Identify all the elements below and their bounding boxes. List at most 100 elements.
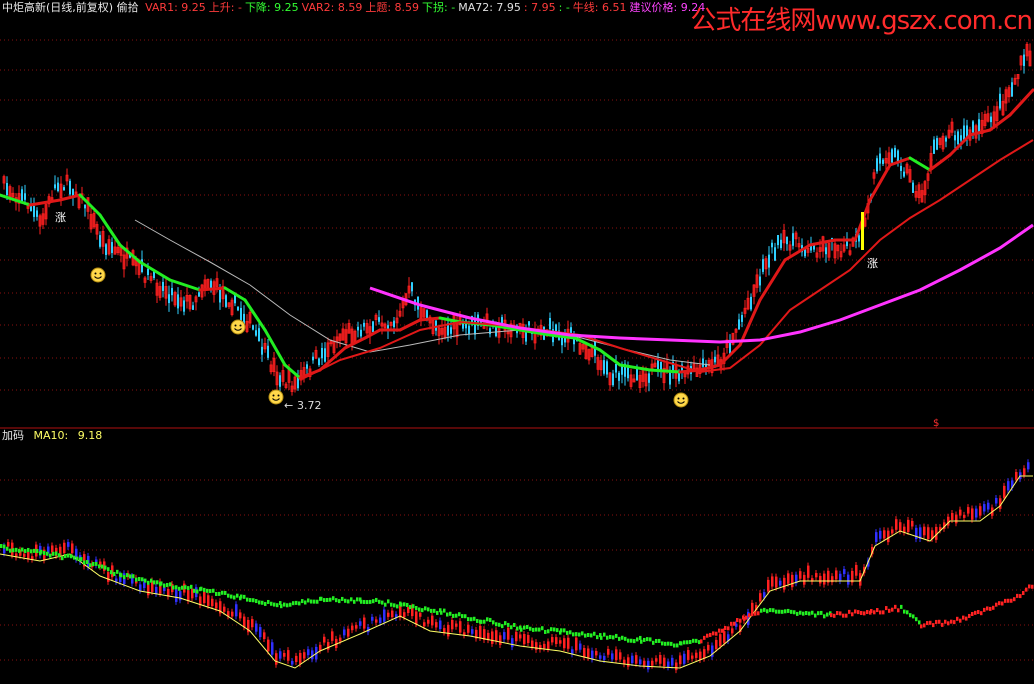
sub-line-segment <box>375 597 378 602</box>
candle <box>768 254 770 268</box>
sub-line-segment <box>986 606 989 611</box>
sub-candle <box>619 652 622 660</box>
sub-candle <box>479 625 482 639</box>
sub-candle <box>383 609 386 622</box>
sub-candle <box>563 638 566 649</box>
sub-line-segment <box>353 599 356 604</box>
sub-line-segment <box>209 589 212 594</box>
candle <box>750 296 752 310</box>
sub-line-segment <box>959 618 962 623</box>
candle <box>978 119 980 133</box>
candle <box>219 288 221 303</box>
sub-line-segment <box>393 603 396 608</box>
sub-candle <box>667 661 670 668</box>
sub-candle <box>23 553 26 557</box>
candle <box>321 347 323 359</box>
sub-line-segment <box>915 617 918 622</box>
sub-line-segment <box>341 596 344 601</box>
sub-line-segment <box>817 611 820 616</box>
sub-line-segment <box>802 611 805 616</box>
sub-candle <box>175 589 178 602</box>
candle <box>183 300 185 312</box>
candle <box>900 165 902 171</box>
right-marker: $ <box>933 418 939 429</box>
sub-line-segment <box>612 635 615 640</box>
candle <box>363 322 365 327</box>
sub-candle <box>507 627 510 640</box>
candle <box>24 193 26 200</box>
candle <box>972 121 974 133</box>
sub-candle <box>459 621 462 633</box>
sub-candle <box>371 616 374 621</box>
smiley-face <box>230 319 246 335</box>
sub-line-segment <box>736 618 739 623</box>
candle <box>372 321 374 332</box>
sub-line-segment <box>680 641 683 646</box>
sub-candle <box>1007 481 1010 491</box>
candle <box>876 158 878 172</box>
sub-line-segment <box>52 551 55 556</box>
sub-line-segment <box>692 638 695 643</box>
sub-candle <box>979 506 982 516</box>
sub-line-segment <box>700 639 703 644</box>
sub-line-segment <box>261 600 264 605</box>
sub-line-segment <box>107 567 110 572</box>
sub-line-segment <box>430 608 433 613</box>
sub-line-segment <box>606 635 609 640</box>
legend-fields: VAR1: 9.25 上升: - 下降: 9.25 VAR2: 8.59 上题: 8.5… <box>145 1 708 14</box>
sub-candle <box>215 602 218 609</box>
sub-line-segment <box>24 549 27 554</box>
sub-line-segment <box>894 604 897 609</box>
sub-candle <box>239 612 242 619</box>
sub-line-segment <box>912 614 915 619</box>
sub-line-segment <box>295 600 298 605</box>
sub-line-segment <box>492 620 495 625</box>
sub-candle <box>715 639 718 650</box>
sub-candle <box>515 631 518 642</box>
sub-line-segment <box>1028 584 1031 589</box>
sub-line-segment <box>440 610 443 615</box>
sub-candle <box>843 569 846 575</box>
sub-line-segment <box>135 577 138 582</box>
sub-line-segment <box>206 588 209 593</box>
ma-fast-segment <box>198 286 227 292</box>
smiley-face <box>268 389 284 405</box>
sub-line-segment <box>593 631 596 636</box>
ma10-label: MA10: 9.18 <box>33 429 103 442</box>
sub-line-segment <box>811 610 814 615</box>
sub-candle <box>835 570 838 580</box>
price-chart[interactable]: 涨 涨 ← 3.72 $ <box>0 0 1034 684</box>
sub-candle <box>443 628 446 633</box>
sub-line-segment <box>350 597 353 602</box>
sub-line-segment <box>196 589 199 594</box>
sub-line-segment <box>224 590 227 595</box>
sub-line-segment <box>86 560 89 565</box>
candle <box>786 236 788 245</box>
sub-candle <box>447 624 450 637</box>
candle <box>912 182 914 193</box>
sub-line-segment <box>203 587 206 592</box>
sub-line-segment <box>888 608 891 613</box>
sub-line-segment <box>918 620 921 625</box>
sub-candle <box>71 543 74 554</box>
sub-line-segment <box>230 594 233 599</box>
sub-line-segment <box>944 619 947 624</box>
sub-line-segment <box>575 632 578 637</box>
sub-line-segment <box>449 611 452 616</box>
ma72-line <box>134 219 711 366</box>
sub-candle <box>767 579 770 592</box>
sub-line-segment <box>938 619 941 624</box>
sub-line-segment <box>156 580 159 585</box>
sub-line-segment <box>733 621 736 626</box>
sub-candle <box>791 574 794 588</box>
sub-line-segment <box>754 611 757 616</box>
sub-line-segment <box>538 627 541 632</box>
sub-line-segment <box>950 619 953 624</box>
smiley-eye <box>277 394 280 397</box>
sub-candle <box>287 650 290 661</box>
sub-candle <box>355 625 358 629</box>
sub-line-segment <box>184 585 187 590</box>
sub-line-segment <box>132 574 135 579</box>
sub-line-segment <box>658 638 661 643</box>
candle <box>792 233 794 246</box>
